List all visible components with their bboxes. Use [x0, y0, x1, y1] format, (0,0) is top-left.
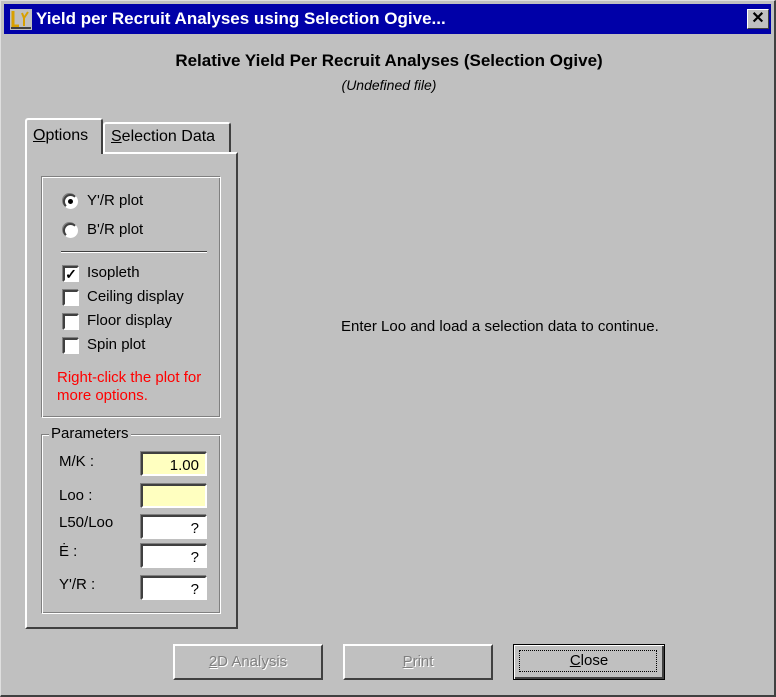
checkbox-box[interactable]	[63, 314, 79, 330]
title-bar[interactable]: Yield per Recruit Analyses using Selecti…	[4, 4, 771, 34]
close-icon: ✕	[751, 10, 765, 27]
param-label-yr: Y'/R :	[59, 576, 96, 593]
param-label-mk: M/K :	[59, 453, 95, 470]
l50-loo-field: ?	[141, 515, 207, 539]
param-label-e: Ė :	[59, 543, 78, 560]
radio-dot	[68, 199, 73, 204]
dialog-window: Yield per Recruit Analyses using Selecti…	[0, 0, 776, 697]
checkbox-isopleth-label: Isopleth	[87, 264, 140, 281]
checkbox-box[interactable]	[63, 290, 79, 306]
2d-analysis-label: D Analysis	[217, 653, 288, 670]
close-button[interactable]: Close	[513, 644, 665, 680]
tab-options-mnemonic: O	[33, 127, 46, 144]
app-icon	[10, 9, 32, 30]
checkbox-box[interactable]	[63, 338, 79, 354]
checkbox-floor-display-label: Floor display	[87, 312, 173, 329]
print-mnemonic: P	[402, 653, 413, 670]
radio-button[interactable]	[63, 223, 78, 238]
page-title: Relative Yield Per Recruit Analyses (Sel…	[175, 51, 603, 70]
radio-yr-plot-label: Y'/R plot	[87, 192, 144, 209]
tab-options[interactable]: Options	[25, 118, 103, 154]
close-label: lose	[580, 652, 609, 669]
2d-analysis-button[interactable]: 2D Analysis	[173, 644, 323, 680]
close-mnemonic: C	[569, 652, 581, 669]
yr-field: ?	[141, 576, 207, 600]
mk-input[interactable]: 1.00	[141, 452, 207, 476]
file-name-label: (Undefined file)	[341, 77, 437, 93]
status-message: Enter Loo and load a selection data to c…	[341, 318, 659, 335]
parameters-legend: Parameters	[49, 425, 131, 442]
radio-button-selected[interactable]	[63, 194, 78, 209]
radio-br-plot-label: B'/R plot	[87, 221, 144, 238]
checkbox-spin-plot-label: Spin plot	[87, 336, 146, 353]
param-label-l50-loo: L50/Loo	[59, 514, 114, 531]
tab-selection-data-mnemonic: S	[111, 128, 122, 145]
divider	[61, 251, 207, 253]
tab-selection-data-label: election Data	[121, 128, 216, 145]
window-title: Yield per Recruit Analyses using Selecti…	[36, 9, 446, 28]
print-label: rint	[412, 653, 434, 670]
tab-selection-data[interactable]: Selection Data	[103, 122, 231, 152]
loo-input[interactable]	[141, 484, 207, 508]
checkbox-ceiling-display-label: Ceiling display	[87, 288, 184, 305]
right-click-hint: Right-click the plot for more options.	[57, 369, 202, 404]
check-icon[interactable]: ✓	[63, 266, 79, 282]
e-field: ?	[141, 544, 207, 568]
window-close-button[interactable]: ✕	[747, 9, 769, 29]
param-label-loo: Loo :	[59, 487, 93, 504]
print-button[interactable]: Print	[343, 644, 493, 680]
2d-analysis-mnemonic: 2	[208, 653, 218, 670]
tab-options-label: ptions	[45, 127, 89, 144]
